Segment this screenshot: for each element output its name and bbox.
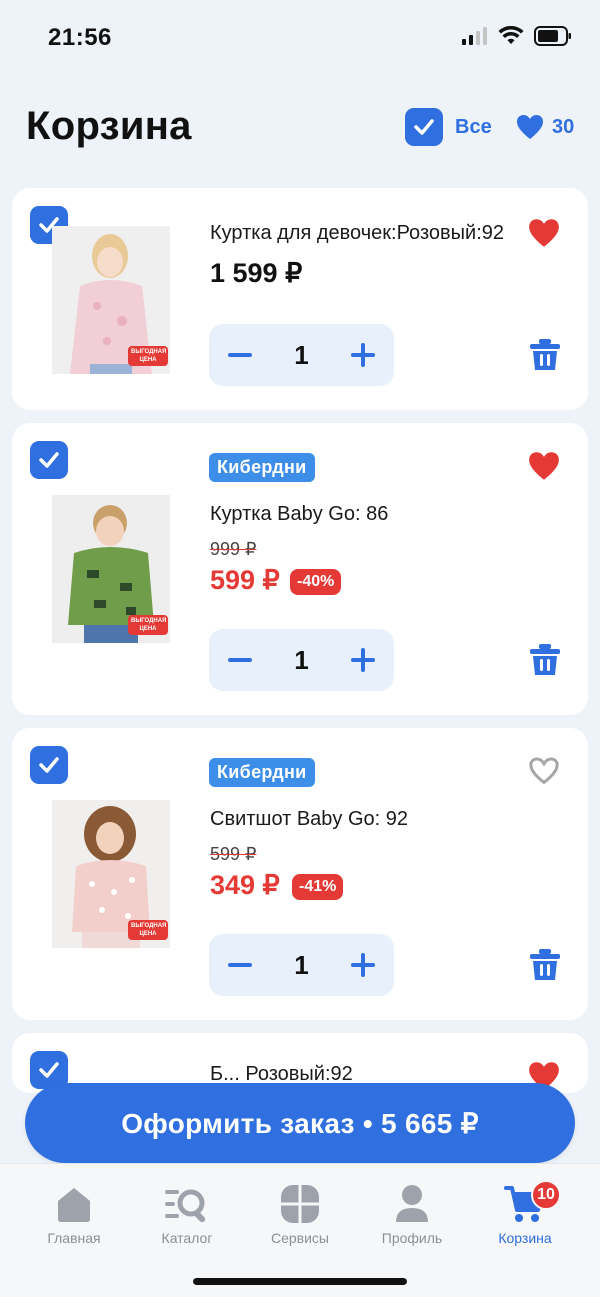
- heart-icon: [517, 115, 543, 139]
- promo-badge: ВЫГОДНАЯ ЦЕНА: [128, 920, 168, 940]
- wifi-icon: [498, 26, 524, 44]
- product-image[interactable]: ВЫГОДНАЯ ЦЕНА: [52, 495, 170, 643]
- catalog-search-icon: [165, 1189, 206, 1223]
- plus-icon: [351, 343, 375, 367]
- product-price: 1 599 ₽: [210, 258, 303, 288]
- minus-icon: [228, 353, 252, 357]
- tab-cart[interactable]: 10 Корзина: [475, 1180, 575, 1246]
- favorite-button[interactable]: [528, 756, 560, 786]
- product-name[interactable]: Куртка для девочек:Розовый:92: [210, 222, 504, 245]
- increase-button[interactable]: [346, 338, 380, 372]
- checkmark-icon: [39, 757, 59, 773]
- tab-catalog[interactable]: Каталог: [137, 1182, 237, 1246]
- select-all-checkbox[interactable]: [405, 108, 443, 146]
- sale-price: 599 ₽: [210, 565, 280, 595]
- home-icon: [58, 1188, 90, 1222]
- tab-label: Сервисы: [270, 1230, 329, 1246]
- minus-icon: [228, 963, 252, 967]
- promo-badge: ВЫГОДНАЯ ЦЕНА: [128, 346, 168, 366]
- checkout-button[interactable]: Оформить заказ • 5 665 ₽: [25, 1083, 575, 1163]
- tab-label: Каталог: [161, 1230, 213, 1246]
- quantity-stepper: 1: [209, 629, 394, 691]
- old-price: 599 ₽: [210, 844, 257, 864]
- page-title: Корзина: [26, 104, 192, 148]
- tab-label: Профиль: [381, 1230, 443, 1246]
- cart-item: ВЫГОДНАЯ ЦЕНА Кибердни Свитшот Baby Go: …: [12, 728, 588, 1020]
- status-bar: 21:56: [0, 0, 600, 80]
- sale-price: 349 ₽: [210, 870, 280, 900]
- plus-icon: [351, 648, 375, 672]
- quantity-stepper: 1: [209, 934, 394, 996]
- cart-count-badge: 10: [531, 1180, 561, 1210]
- quantity-value: 1: [294, 644, 309, 675]
- status-icons: [462, 26, 572, 46]
- tab-bar: Главная Каталог Сервисы Профиль 10 Корзи…: [0, 1163, 600, 1297]
- heart-outline-icon: [529, 757, 559, 785]
- increase-button[interactable]: [346, 948, 380, 982]
- decrease-button[interactable]: [223, 948, 257, 982]
- product-name[interactable]: Свитшот Baby Go: 92: [210, 808, 408, 831]
- favorites-link[interactable]: 30: [516, 114, 574, 140]
- trash-icon: [530, 949, 560, 980]
- item-checkbox[interactable]: [30, 441, 68, 479]
- favorites-count: 30: [552, 115, 575, 138]
- favorite-button[interactable]: [528, 451, 560, 481]
- tab-profile[interactable]: Профиль: [362, 1182, 462, 1246]
- decrease-button[interactable]: [223, 338, 257, 372]
- product-name[interactable]: Куртка Baby Go: 86: [210, 503, 388, 526]
- header: Корзина Все 30: [0, 96, 600, 166]
- discount-badge: -40%: [290, 569, 342, 595]
- tab-label: Корзина: [498, 1230, 552, 1246]
- cart-item: ВЫГОДНАЯ ЦЕНА Кибердни Куртка Baby Go: 8…: [12, 423, 588, 715]
- heart-filled-icon: [529, 452, 559, 480]
- quantity-value: 1: [294, 339, 309, 370]
- favorite-button[interactable]: [528, 218, 560, 248]
- promo-badge: ВЫГОДНАЯ ЦЕНА: [128, 615, 168, 635]
- plus-icon: [351, 953, 375, 977]
- product-image[interactable]: ВЫГОДНАЯ ЦЕНА: [52, 800, 170, 948]
- signal-icon: [462, 27, 487, 45]
- delete-button[interactable]: [528, 948, 562, 982]
- trash-icon: [530, 339, 560, 370]
- decrease-button[interactable]: [223, 643, 257, 677]
- old-price: 999 ₽: [210, 539, 257, 559]
- tab-services[interactable]: Сервисы: [250, 1182, 350, 1246]
- discount-badge: -41%: [292, 874, 344, 900]
- quantity-stepper: 1: [209, 324, 394, 386]
- heart-filled-icon: [529, 219, 559, 247]
- quantity-value: 1: [294, 949, 309, 980]
- minus-icon: [228, 658, 252, 662]
- delete-button[interactable]: [528, 338, 562, 372]
- checkmark-icon: [39, 452, 59, 468]
- checkmark-icon: [414, 119, 434, 135]
- trash-icon: [530, 644, 560, 675]
- select-all-label: Все: [455, 115, 492, 138]
- select-all-toggle[interactable]: Все: [405, 108, 492, 146]
- cart-item: ВЫГОДНАЯ ЦЕНА Куртка для девочек:Розовый…: [12, 188, 588, 410]
- profile-icon: [396, 1185, 428, 1222]
- home-indicator: [193, 1278, 407, 1285]
- battery-icon: [534, 26, 571, 46]
- delete-button[interactable]: [528, 643, 562, 677]
- tab-label: Главная: [47, 1230, 101, 1246]
- tab-home[interactable]: Главная: [24, 1182, 124, 1246]
- brand-badge: Кибердни: [209, 453, 315, 482]
- checkmark-icon: [39, 1062, 59, 1078]
- status-time: 21:56: [48, 24, 112, 51]
- services-grid-icon: [281, 1185, 319, 1223]
- item-checkbox[interactable]: [30, 746, 68, 784]
- product-image[interactable]: ВЫГОДНАЯ ЦЕНА: [52, 226, 170, 374]
- increase-button[interactable]: [346, 643, 380, 677]
- brand-badge: Кибердни: [209, 758, 315, 787]
